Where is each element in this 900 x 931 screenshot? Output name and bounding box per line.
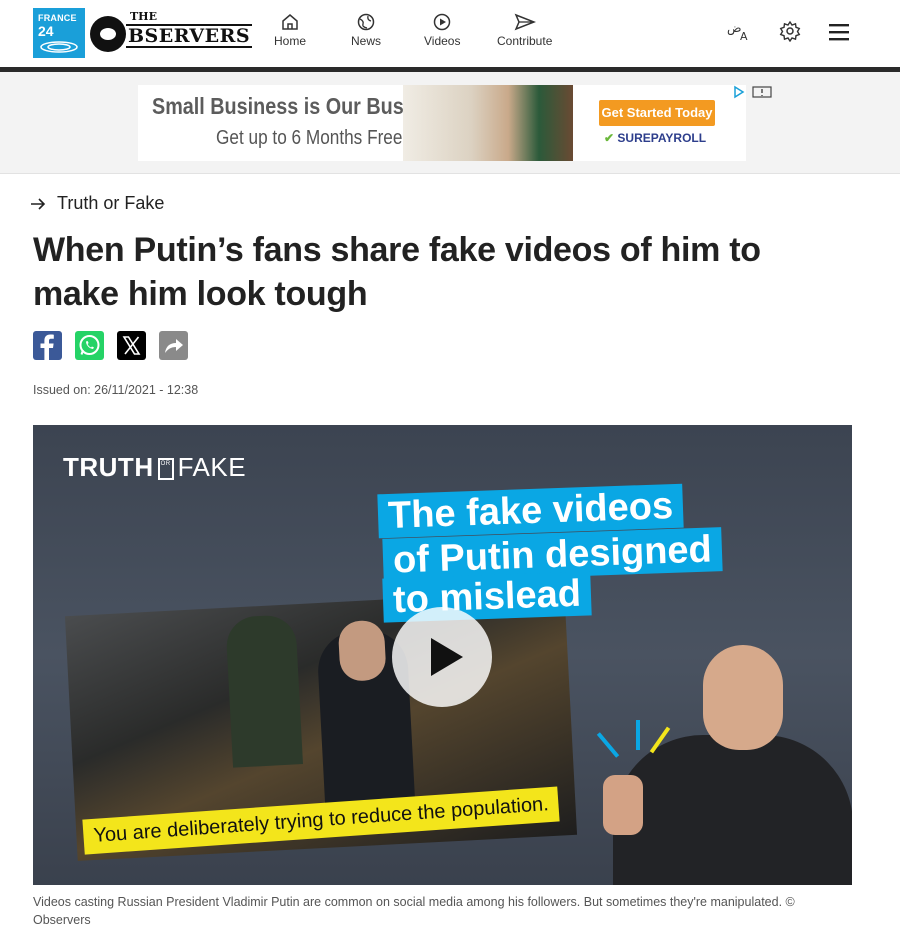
hamburger-menu-icon[interactable] [829, 23, 851, 46]
nav-news-label: News [351, 34, 382, 48]
x-share-icon[interactable] [117, 331, 146, 360]
nav-contribute[interactable]: Contribute [497, 12, 552, 48]
whatsapp-share-icon[interactable] [75, 331, 104, 360]
ad-subtitle: Get up to 6 Months Free [216, 127, 403, 149]
ad-photo [403, 85, 573, 161]
video-putin-figure [593, 635, 852, 885]
nav-contribute-label: Contribute [497, 34, 553, 48]
spark-line [636, 720, 640, 750]
ad-choices[interactable] [733, 85, 775, 99]
section-label: Truth or Fake [57, 193, 165, 213]
observers-eye-icon [90, 16, 126, 52]
send-icon [514, 13, 536, 31]
ad-brand-check: ✔ [604, 131, 615, 145]
play-button-icon[interactable] [392, 607, 492, 707]
ad-brand-name: SUREPAYROLL [617, 131, 707, 145]
observers-logo-name: BSERVERS [126, 24, 253, 48]
brand-fake: FAKE [177, 452, 247, 482]
issued-date: Issued on: 26/11/2021 - 12:38 [33, 383, 199, 397]
svg-text:A: A [740, 30, 748, 42]
video-player[interactable]: TRUTH OR FAKE The fake videos of Putin des… [33, 425, 852, 885]
observers-logo-the: THE [130, 10, 157, 23]
ad-zone: Small Business is Our Business Get up to… [0, 72, 900, 174]
globe-icon [357, 13, 375, 31]
nav-videos-label: Videos [424, 34, 461, 48]
france24-logo-number: 24 [38, 23, 54, 39]
ad-cta-button[interactable]: Get Started Today [599, 100, 715, 126]
gear-icon[interactable] [779, 20, 801, 47]
video-caption: Videos casting Russian President Vladimi… [33, 895, 795, 927]
adchoices-icon [734, 85, 745, 99]
surepayroll-ad[interactable]: Small Business is Our Business Get up to… [138, 85, 746, 161]
section-breadcrumb[interactable]: Truth or Fake [30, 193, 164, 214]
home-icon [282, 14, 298, 30]
ad-brand-logo: ✔ SUREPAYROLL [604, 131, 706, 145]
france24-logo[interactable]: FRANCE 24 [33, 8, 85, 58]
language-icon[interactable]: ضA [727, 20, 751, 47]
arrow-right-icon [30, 193, 51, 213]
share-icon[interactable] [159, 331, 188, 360]
close-ad-icon [752, 86, 772, 98]
nav-home[interactable]: Home [274, 12, 306, 48]
france24-waves-icon [40, 41, 78, 53]
nav-news[interactable]: News [351, 12, 381, 48]
brand-truth: TRUTH [63, 452, 154, 482]
france24-logo-text: FRANCE [38, 13, 77, 23]
truth-or-fake-brand: TRUTH OR FAKE [63, 452, 246, 483]
nav-videos[interactable]: Videos [424, 12, 460, 48]
play-circle-icon [433, 13, 451, 31]
observers-logo[interactable]: THE BSERVERS [90, 10, 253, 56]
facebook-share-icon[interactable] [33, 331, 62, 360]
nav-home-label: Home [274, 34, 307, 48]
site-header: FRANCE 24 THE BSERVERS Home News Videos … [0, 0, 900, 67]
article-headline: When Putin’s fans share fake videos of h… [33, 231, 761, 313]
brand-or: OR [157, 458, 174, 481]
